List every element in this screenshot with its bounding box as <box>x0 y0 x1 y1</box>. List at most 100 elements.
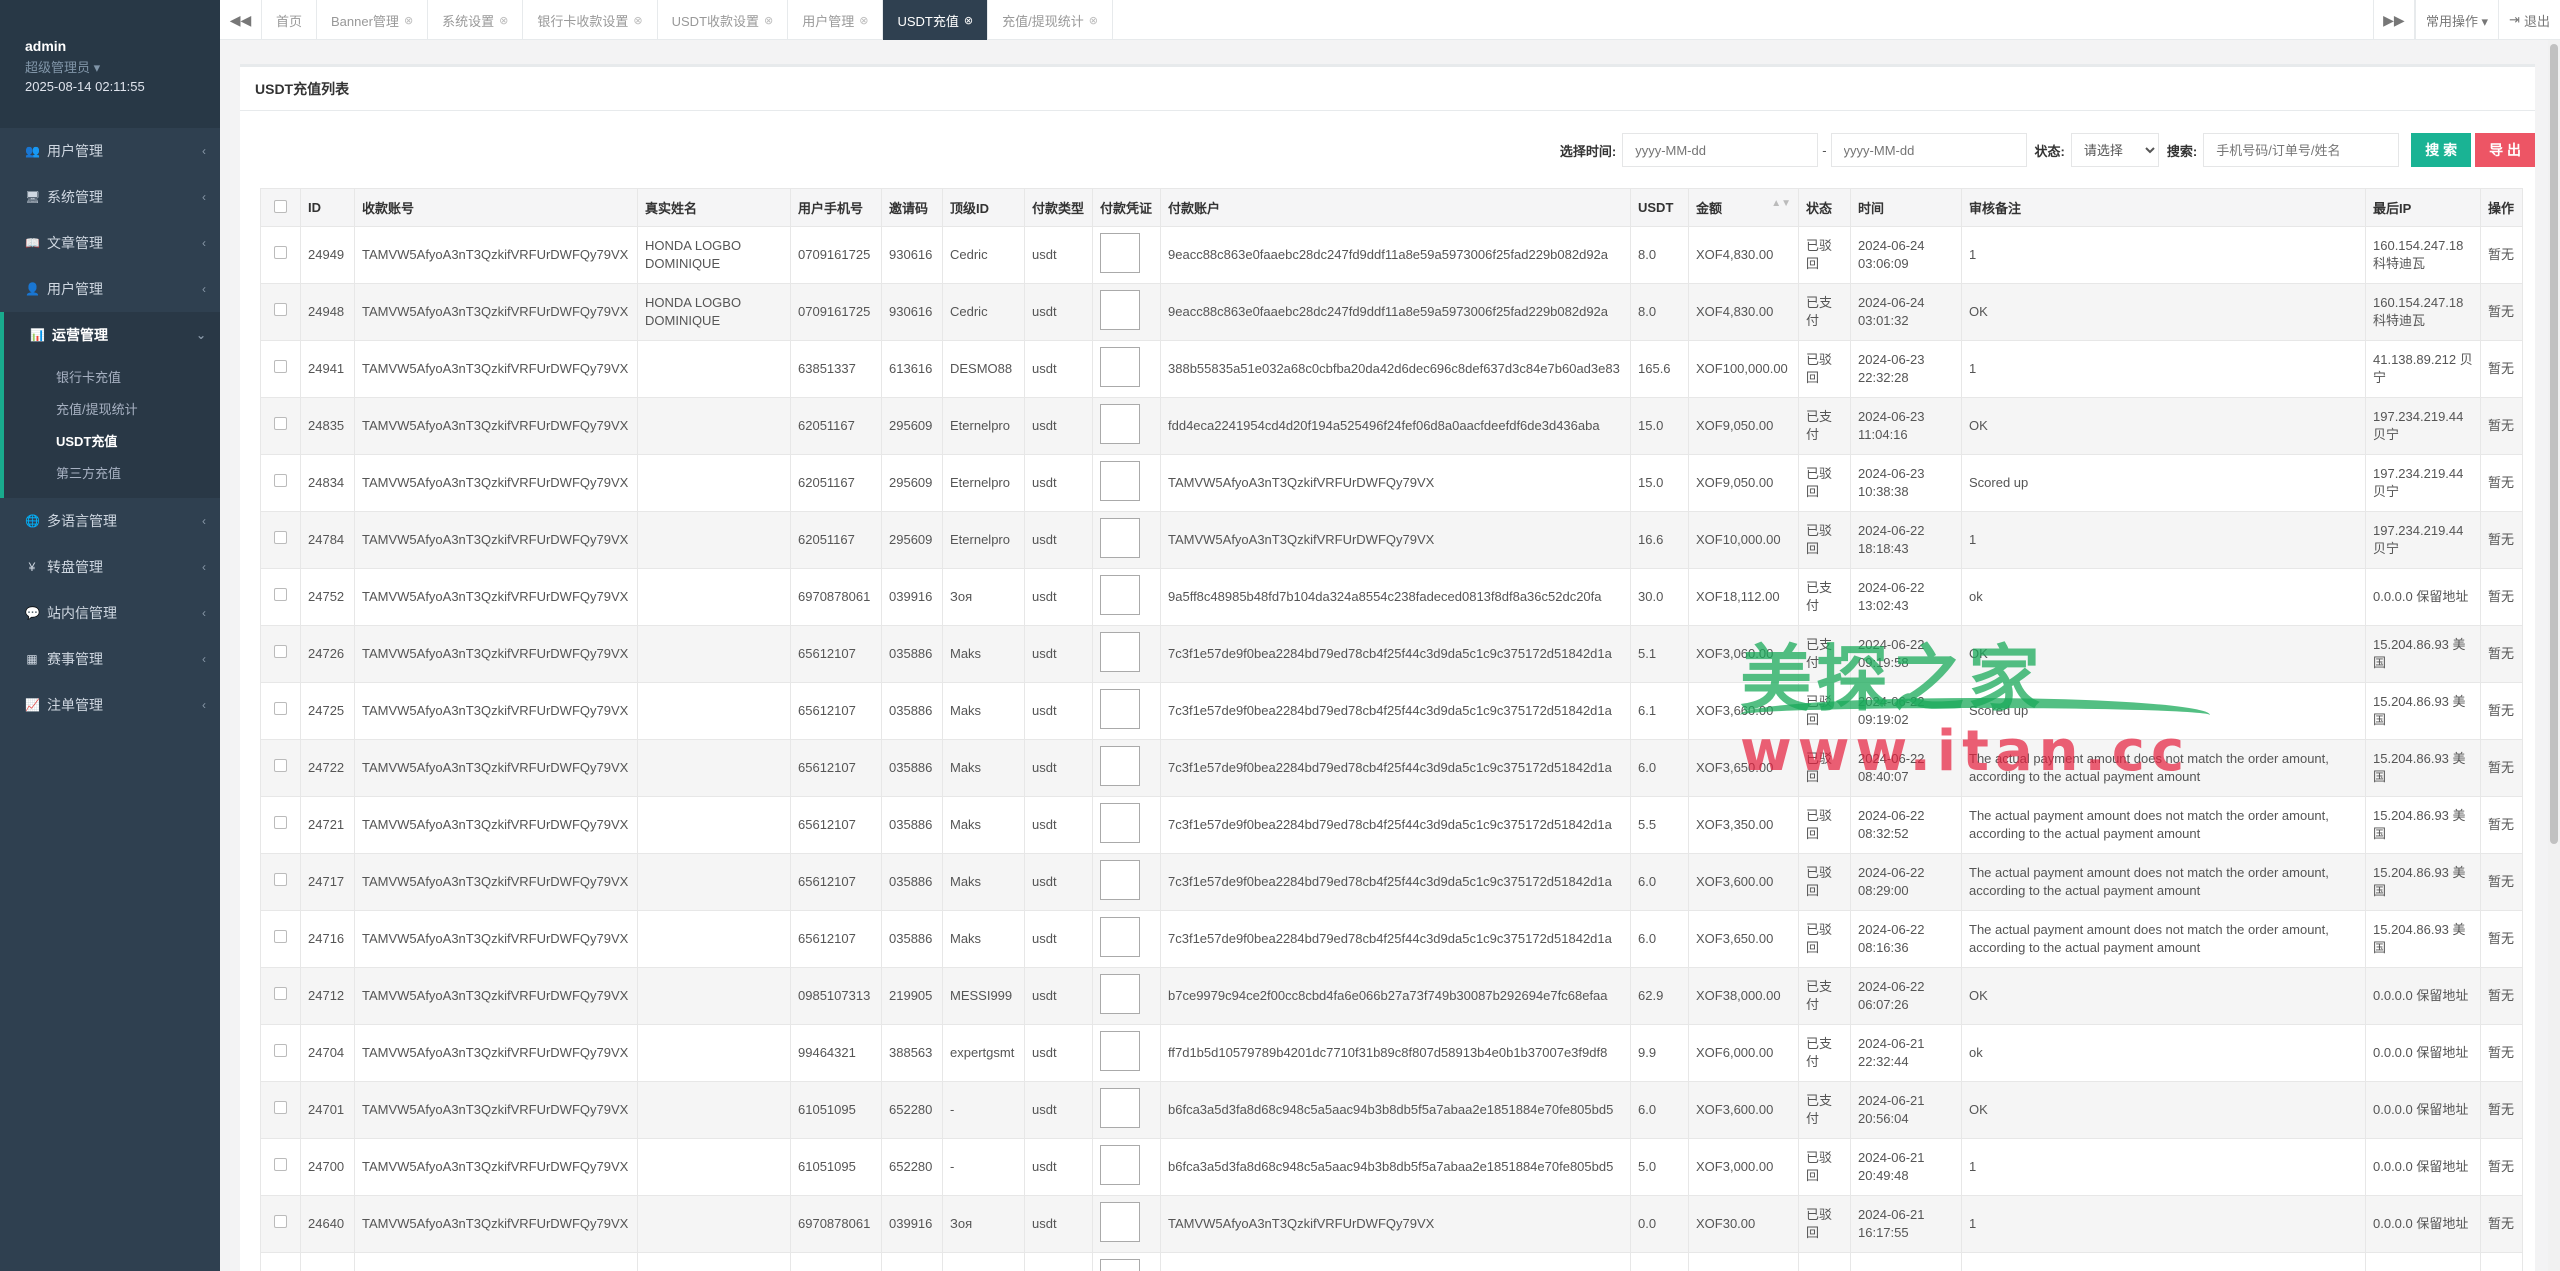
table-row[interactable]: 24712 TAMVW5AfyoA3nT3QzkifVRFUrDWFQy79VX 0… <box>260 967 2523 1025</box>
cell-action-text[interactable]: 暂无 <box>2488 475 2514 490</box>
start-date-input[interactable] <box>1622 133 1819 167</box>
row-checkbox[interactable] <box>274 873 287 886</box>
cell-action-text[interactable]: 暂无 <box>2488 874 2514 889</box>
voucher-thumbnail[interactable] <box>1100 460 1140 501</box>
table-row[interactable]: 24726 TAMVW5AfyoA3nT3QzkifVRFUrDWFQy79VX 6… <box>260 625 2523 683</box>
close-tab-icon[interactable]: ⊗ <box>964 14 973 27</box>
cell-action-text[interactable]: 暂无 <box>2488 361 2514 376</box>
select-all-checkbox[interactable] <box>274 199 287 213</box>
user-role-dropdown[interactable]: 超级管理员 ▾ <box>25 57 195 76</box>
row-checkbox[interactable] <box>274 816 287 829</box>
cell-action-text[interactable]: 暂无 <box>2488 589 2514 604</box>
cell-action-text[interactable]: 暂无 <box>2488 1045 2514 1060</box>
sidebar-item-3[interactable]: 👤 用户管理 ‹ <box>0 266 220 312</box>
row-checkbox[interactable] <box>274 702 287 715</box>
voucher-thumbnail[interactable] <box>1100 973 1140 1014</box>
tab-5[interactable]: 用户管理 ⊗ <box>788 0 884 40</box>
row-checkbox[interactable] <box>274 1044 287 1057</box>
table-row[interactable]: 24717 TAMVW5AfyoA3nT3QzkifVRFUrDWFQy79VX 6… <box>260 853 2523 911</box>
sidebar-subitem-2[interactable]: USDT充值 <box>4 426 220 458</box>
cell-action-text[interactable]: 暂无 <box>2488 817 2514 832</box>
row-checkbox[interactable] <box>274 1101 287 1114</box>
table-row[interactable]: 24784 TAMVW5AfyoA3nT3QzkifVRFUrDWFQy79VX 6… <box>260 511 2523 569</box>
table-row[interactable]: 24835 TAMVW5AfyoA3nT3QzkifVRFUrDWFQy79VX 6… <box>260 397 2523 455</box>
row-checkbox[interactable] <box>274 987 287 1000</box>
sidebar-item-2[interactable]: 📖 文章管理 ‹ <box>0 220 220 266</box>
row-checkbox[interactable] <box>274 246 287 259</box>
table-row[interactable]: 24948 TAMVW5AfyoA3nT3QzkifVRFUrDWFQy79VX H… <box>260 283 2523 341</box>
logout-button[interactable]: ⇥ 退出 <box>2498 0 2560 40</box>
cell-action-text[interactable]: 暂无 <box>2488 418 2514 433</box>
voucher-thumbnail[interactable] <box>1100 574 1140 615</box>
cell-action-text[interactable]: 暂无 <box>2488 703 2514 718</box>
row-checkbox[interactable] <box>274 759 287 772</box>
row-checkbox[interactable] <box>274 1215 287 1228</box>
sidebar-item-8[interactable]: ▦ 赛事管理 ‹ <box>0 636 220 682</box>
cell-action-text[interactable]: 暂无 <box>2488 760 2514 775</box>
table-row[interactable]: 24949 TAMVW5AfyoA3nT3QzkifVRFUrDWFQy79VX H… <box>260 226 2523 284</box>
voucher-thumbnail[interactable] <box>1100 346 1140 387</box>
row-checkbox[interactable] <box>274 303 287 316</box>
row-checkbox[interactable] <box>274 417 287 430</box>
row-checkbox[interactable] <box>274 588 287 601</box>
close-tab-icon[interactable]: ⊗ <box>404 14 413 27</box>
voucher-thumbnail[interactable] <box>1100 1144 1140 1185</box>
voucher-thumbnail[interactable] <box>1100 517 1140 558</box>
table-row[interactable]: 24752 TAMVW5AfyoA3nT3QzkifVRFUrDWFQy79VX 6… <box>260 568 2523 626</box>
cell-action-text[interactable]: 暂无 <box>2488 1102 2514 1117</box>
table-row[interactable]: 24722 TAMVW5AfyoA3nT3QzkifVRFUrDWFQy79VX 6… <box>260 739 2523 797</box>
close-tab-icon[interactable]: ⊗ <box>1089 14 1098 27</box>
table-row[interactable]: 24704 TAMVW5AfyoA3nT3QzkifVRFUrDWFQy79VX 9… <box>260 1024 2523 1082</box>
voucher-thumbnail[interactable] <box>1100 859 1140 900</box>
table-row[interactable]: 24721 TAMVW5AfyoA3nT3QzkifVRFUrDWFQy79VX 6… <box>260 796 2523 854</box>
tab-4[interactable]: USDT收款设置 ⊗ <box>658 0 789 40</box>
voucher-thumbnail[interactable] <box>1100 916 1140 957</box>
sidebar-item-9[interactable]: 📈 注单管理 ‹ <box>0 682 220 728</box>
voucher-thumbnail[interactable] <box>1100 403 1140 444</box>
sidebar-item-5[interactable]: 🌐 多语言管理 ‹ <box>0 498 220 544</box>
tab-3[interactable]: 银行卡收款设置 ⊗ <box>523 0 658 40</box>
table-row[interactable]: 24725 TAMVW5AfyoA3nT3QzkifVRFUrDWFQy79VX 6… <box>260 682 2523 740</box>
voucher-thumbnail[interactable] <box>1100 1201 1140 1242</box>
page-scrollbar[interactable] <box>2548 40 2560 1271</box>
column-header[interactable]: 金额 ▲▼ <box>1688 188 1799 227</box>
username[interactable]: admin <box>25 38 195 54</box>
close-tab-icon[interactable]: ⊗ <box>499 14 508 27</box>
table-row[interactable]: 24700 TAMVW5AfyoA3nT3QzkifVRFUrDWFQy79VX 6… <box>260 1138 2523 1196</box>
sidebar-subitem-1[interactable]: 充值/提现统计 <box>4 394 220 426</box>
row-checkbox[interactable] <box>274 930 287 943</box>
sidebar-item-1[interactable]: 🖥 系统管理 ‹ <box>0 174 220 220</box>
cell-action-text[interactable]: 暂无 <box>2488 988 2514 1003</box>
voucher-thumbnail[interactable] <box>1100 688 1140 729</box>
status-select[interactable]: 请选择 <box>2070 133 2159 167</box>
search-input[interactable] <box>2203 133 2400 167</box>
voucher-thumbnail[interactable] <box>1100 1030 1140 1071</box>
sidebar-subitem-0[interactable]: 银行卡充值 <box>4 362 220 394</box>
voucher-thumbnail[interactable] <box>1100 631 1140 672</box>
sidebar-item-4[interactable]: 📊 运营管理 ⌄ <box>0 312 220 358</box>
table-row[interactable]: 24834 TAMVW5AfyoA3nT3QzkifVRFUrDWFQy79VX 6… <box>260 454 2523 512</box>
sidebar-item-7[interactable]: 💬 站内信管理 ‹ <box>0 590 220 636</box>
row-checkbox[interactable] <box>274 645 287 658</box>
voucher-thumbnail[interactable] <box>1100 289 1140 330</box>
cell-action-text[interactable]: 暂无 <box>2488 646 2514 661</box>
tabs-scroll-right-button[interactable]: ▶▶ <box>2372 0 2415 40</box>
sort-icon[interactable]: ▲▼ <box>1771 198 1791 209</box>
voucher-thumbnail[interactable] <box>1100 745 1140 786</box>
sidebar-subitem-3[interactable]: 第三方充值 <box>4 458 220 490</box>
row-checkbox[interactable] <box>274 360 287 373</box>
voucher-thumbnail[interactable] <box>1100 1258 1140 1271</box>
table-row[interactable]: 24701 TAMVW5AfyoA3nT3QzkifVRFUrDWFQy79VX 6… <box>260 1081 2523 1139</box>
common-ops-dropdown[interactable]: 常用操作 ▾ <box>2414 0 2498 40</box>
close-tab-icon[interactable]: ⊗ <box>764 14 773 27</box>
row-checkbox[interactable] <box>274 1158 287 1171</box>
table-row[interactable]: 已驳2024-06-21 0.0.0.0 <box>260 1252 2523 1271</box>
tab-7[interactable]: 充值/提现统计 ⊗ <box>988 0 1113 40</box>
cell-action-text[interactable]: 暂无 <box>2488 304 2514 319</box>
row-checkbox[interactable] <box>274 474 287 487</box>
sidebar-item-6[interactable]: ¥ 转盘管理 ‹ <box>0 544 220 590</box>
close-tab-icon[interactable]: ⊗ <box>633 14 642 27</box>
table-row[interactable]: 24716 TAMVW5AfyoA3nT3QzkifVRFUrDWFQy79VX 6… <box>260 910 2523 968</box>
cell-action-text[interactable]: 暂无 <box>2488 532 2514 547</box>
cell-action-text[interactable]: 暂无 <box>2488 931 2514 946</box>
